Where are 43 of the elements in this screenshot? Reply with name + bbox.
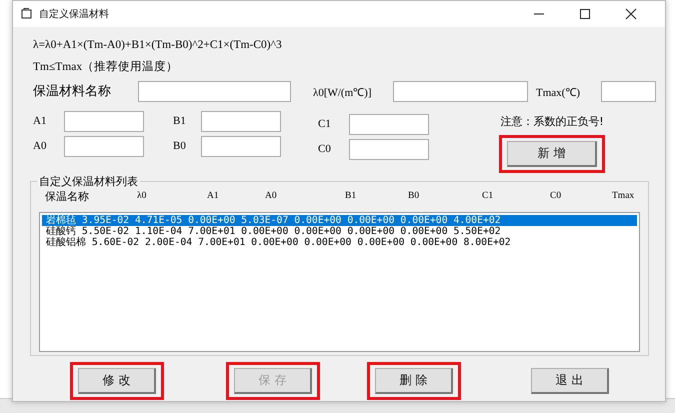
field-label: B0 [173,140,187,152]
warning-text: 注意：系数的正负号! [500,114,604,129]
input-field[interactable] [349,114,429,134]
column-header: B0 [408,191,420,201]
input-field[interactable] [138,80,291,102]
column-header: Tmax [612,191,634,201]
dialog-button[interactable]: 修 改 [78,368,156,394]
input-field[interactable] [393,80,528,102]
field-label: C1 [318,118,332,130]
field-label: λ0[W/(m℃)] [313,86,372,98]
list-item[interactable]: 硅酸钙 5.50E-02 1.10E-04 7.00E+01 0.00E+00 0.00E+00 0.00E+00 0.00E+00 5.50E+02 [42,226,637,237]
column-header: A0 [265,191,278,201]
input-field[interactable] [64,110,144,132]
field-label: 保温材料名称 [33,83,112,100]
field-label: C0 [318,143,332,155]
add-button[interactable]: 新 增 [507,141,597,167]
input-field[interactable] [64,136,144,156]
maximize-icon[interactable] [579,8,591,20]
column-header: λ0 [137,191,148,201]
list-item[interactable]: 硅酸铝棉 5.60E-02 2.00E-04 7.00E+01 0.00E+00 0.00E+00 0.00E+00 0.00E+00 8.00E+02 [42,237,637,248]
column-header: 保温名称 [44,188,90,204]
group-title: 自定义保温材料列表 [37,174,140,189]
list-item[interactable]: 岩棉毡 3.95E-02 4.71E-05 0.00E+00 5.03E-07 0.00E+00 0.00E+00 0.00E+00 4.00E+02 [42,215,637,226]
window-icon [21,8,33,20]
condition-text: Tm≤Tmax（推荐使用温度） [33,60,180,74]
formula-text: λ=λ0+A1×(Tm-A0)+B1×(Tm-B0)^2+C1×(Tm-C0)^3 [33,39,283,51]
field-label: A0 [33,140,48,152]
input-field[interactable] [349,138,429,160]
input-field[interactable] [201,136,281,156]
column-header: B1 [345,191,358,201]
column-header: C0 [550,191,562,201]
close-icon[interactable] [625,8,637,20]
field-label: A1 [33,115,48,127]
window-title: 自定义保温材料 [39,8,109,21]
column-header: A1 [207,191,220,201]
column-header: C1 [482,191,494,201]
field-label: Tmax(℃) [536,86,581,98]
field-label: B1 [173,115,187,127]
input-field[interactable] [201,110,281,132]
dialog-button[interactable]: 删 除 [375,368,453,394]
material-list[interactable] [39,212,640,352]
input-field[interactable] [601,80,656,102]
dialog-button[interactable]: 退 出 [531,368,609,394]
